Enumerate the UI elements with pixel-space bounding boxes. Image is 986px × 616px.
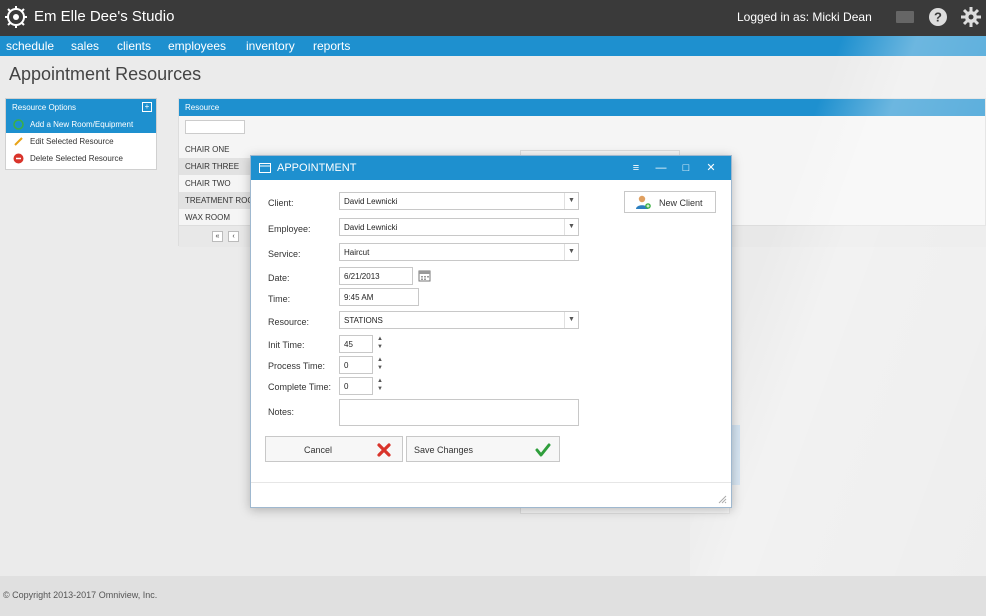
resource-options-panel: Resource Options + Add a New Room/Equipm… [5, 98, 157, 170]
init-time-label: Init Time: [268, 340, 305, 350]
spin-down-icon[interactable]: ▼ [376, 385, 384, 393]
process-time-stepper[interactable]: ▲ ▼ [376, 356, 384, 374]
delete-icon [13, 153, 24, 164]
nav-inventory[interactable]: inventory [246, 39, 295, 53]
resource-value: STATIONS [344, 316, 383, 325]
new-client-label: New Client [659, 198, 703, 208]
chevron-down-icon[interactable]: ▼ [564, 219, 578, 235]
service-value: Haircut [344, 248, 370, 257]
client-label: Client: [268, 198, 294, 208]
dialog-title: APPOINTMENT [277, 162, 357, 174]
first-page-button[interactable]: « [212, 231, 223, 242]
edit-resource-item[interactable]: Edit Selected Resource [6, 133, 156, 150]
resource-options-title: Resource Options [12, 103, 77, 112]
app-title: Em Elle Dee's Studio [34, 8, 175, 25]
notes-label: Notes: [268, 407, 295, 417]
checkmark-icon [535, 443, 551, 457]
complete-time-input[interactable]: 0 [339, 377, 373, 395]
save-changes-button[interactable]: Save Changes [406, 436, 560, 462]
date-input[interactable]: 6/21/2013 [339, 267, 413, 285]
close-icon [377, 443, 391, 457]
help-icon[interactable]: ? [927, 6, 949, 28]
complete-time-stepper[interactable]: ▲ ▼ [376, 377, 384, 395]
delete-resource-label: Delete Selected Resource [30, 154, 123, 163]
resource-filter-input[interactable] [185, 120, 245, 134]
complete-time-value: 0 [344, 382, 349, 391]
nav-employees[interactable]: employees [168, 39, 226, 53]
copyright-text: © Copyright 2013-2017 Omniview, Inc. [3, 590, 158, 600]
init-time-stepper[interactable]: ▲ ▼ [376, 335, 384, 353]
time-input[interactable]: 9:45 AM [339, 288, 419, 306]
cancel-label: Cancel [304, 445, 333, 455]
new-client-button[interactable]: New Client [624, 191, 716, 213]
pencil-icon [14, 137, 23, 146]
footer: © Copyright 2013-2017 Omniview, Inc. [0, 576, 986, 616]
prev-page-button[interactable]: ‹ [228, 231, 239, 242]
dialog-maximize-button[interactable]: □ [679, 161, 693, 175]
page-title: Appointment Resources [9, 64, 202, 84]
message-icon[interactable] [894, 6, 916, 28]
date-picker-icon[interactable] [418, 269, 431, 282]
dialog-close-button[interactable]: ✕ [704, 161, 718, 175]
dialog-footer [251, 482, 731, 508]
init-time-value: 45 [344, 340, 353, 349]
spin-down-icon[interactable]: ▼ [376, 364, 384, 372]
resource-column-header: Resource [179, 99, 985, 116]
add-user-icon [636, 195, 651, 209]
init-time-input[interactable]: 45 [339, 335, 373, 353]
client-value: David Lewnicki [344, 197, 398, 206]
appointment-dialog: APPOINTMENT ≡ — □ ✕ Client: David Lewnic… [250, 155, 732, 508]
dialog-minimize-button[interactable]: — [654, 161, 668, 175]
time-label: Time: [268, 294, 291, 304]
employee-select[interactable]: David Lewnicki ▼ [339, 218, 579, 236]
nav-schedule[interactable]: schedule [6, 39, 54, 53]
logged-in-user: Logged in as: Micki Dean [737, 10, 872, 24]
notes-textarea[interactable] [339, 399, 579, 426]
settings-gear-icon[interactable] [960, 6, 982, 28]
edit-resource-label: Edit Selected Resource [30, 137, 114, 146]
service-select[interactable]: Haircut ▼ [339, 243, 579, 261]
calendar-icon [259, 163, 271, 173]
main-nav: schedule sales clients employees invento… [0, 36, 986, 56]
spin-down-icon[interactable]: ▼ [376, 343, 384, 351]
service-label: Service: [268, 249, 301, 259]
nav-clients[interactable]: clients [117, 39, 151, 53]
delete-resource-item[interactable]: Delete Selected Resource [6, 150, 156, 167]
top-bar: Em Elle Dee's Studio Logged in as: Micki… [0, 0, 986, 36]
process-time-input[interactable]: 0 [339, 356, 373, 374]
chevron-down-icon[interactable]: ▼ [564, 244, 578, 260]
dialog-titlebar[interactable]: APPOINTMENT ≡ — □ ✕ [251, 156, 731, 180]
date-value: 6/21/2013 [344, 272, 380, 281]
date-label: Date: [268, 273, 290, 283]
spin-up-icon[interactable]: ▲ [376, 335, 384, 343]
resource-label: Resource: [268, 317, 310, 327]
resource-options-header: Resource Options + [6, 99, 156, 116]
add-icon [13, 119, 24, 130]
nav-sales[interactable]: sales [71, 39, 99, 53]
svg-text:?: ? [934, 10, 942, 25]
resize-grip-icon[interactable] [717, 494, 727, 504]
employee-value: David Lewnicki [344, 223, 398, 232]
cancel-button[interactable]: Cancel [265, 436, 403, 462]
logo-icon [5, 6, 27, 28]
background-panel [732, 425, 740, 485]
process-time-value: 0 [344, 361, 349, 370]
nav-reports[interactable]: reports [313, 39, 350, 53]
resource-select[interactable]: STATIONS ▼ [339, 311, 579, 329]
chevron-down-icon[interactable]: ▼ [564, 312, 578, 328]
spin-up-icon[interactable]: ▲ [376, 377, 384, 385]
complete-time-label: Complete Time: [268, 382, 332, 392]
save-changes-label: Save Changes [414, 445, 474, 455]
client-select[interactable]: David Lewnicki ▼ [339, 192, 579, 210]
dialog-menu-button[interactable]: ≡ [629, 161, 643, 175]
time-value: 9:45 AM [344, 293, 374, 302]
add-resource-label: Add a New Room/Equipment [30, 120, 134, 129]
collapse-button[interactable]: + [142, 102, 152, 112]
employee-label: Employee: [268, 224, 311, 234]
chevron-down-icon[interactable]: ▼ [564, 193, 578, 209]
add-resource-item[interactable]: Add a New Room/Equipment [6, 116, 156, 133]
spin-up-icon[interactable]: ▲ [376, 356, 384, 364]
process-time-label: Process Time: [268, 361, 326, 371]
